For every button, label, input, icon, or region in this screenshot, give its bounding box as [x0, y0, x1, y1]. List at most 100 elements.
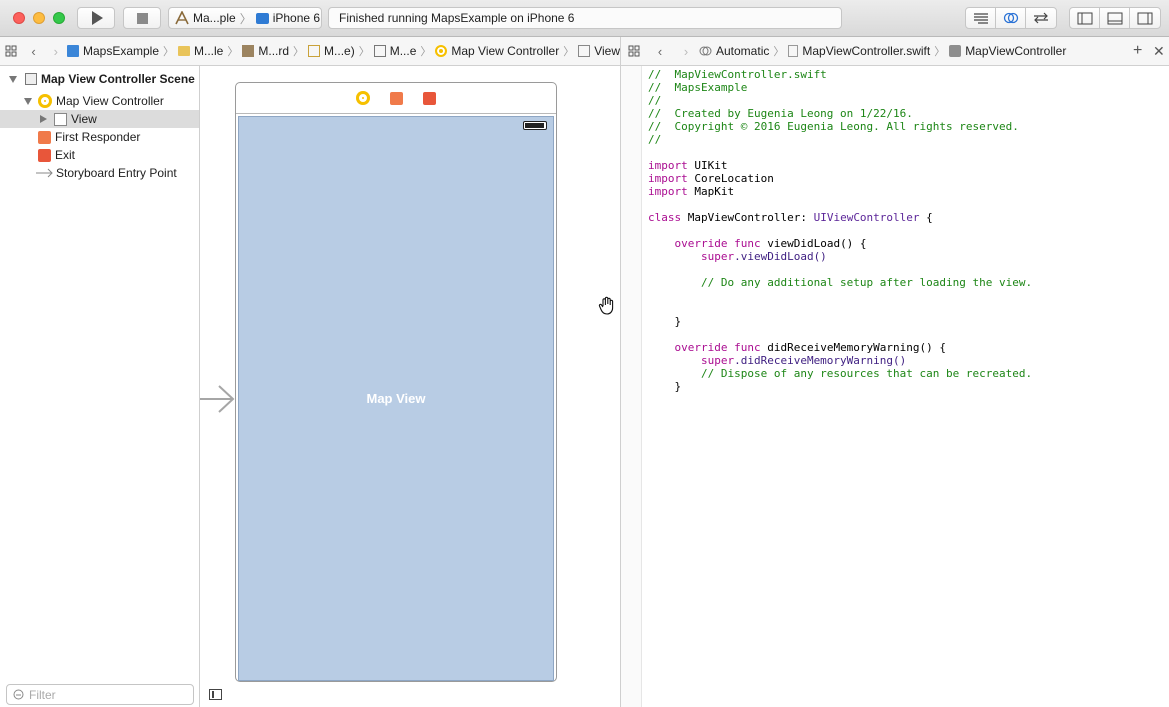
close-window-button[interactable]	[13, 12, 25, 24]
scheme-selector[interactable]: Ma...ple 〉 iPhone 6	[168, 7, 322, 29]
chevron-right-icon: 〉	[358, 46, 370, 58]
outline-filter-field[interactable]: Filter	[6, 684, 194, 705]
breadcrumb-project[interactable]: MapsExample 〉	[66, 43, 178, 59]
breadcrumb-label: M...le	[194, 44, 224, 58]
code-text: didReceiveMemoryWarning() {	[760, 341, 947, 354]
breadcrumb-folder[interactable]: M...le 〉	[178, 43, 242, 59]
disclosure-triangle-icon[interactable]	[9, 75, 19, 83]
view-controller-scene[interactable]: Map View	[235, 82, 557, 682]
entry-point-arrow-icon[interactable]	[200, 384, 236, 414]
chevron-right-icon: 〉	[563, 46, 575, 58]
breadcrumb-label: Automatic	[716, 44, 770, 58]
breadcrumb-view[interactable]: View	[578, 44, 620, 58]
code-call: .viewDidLoad()	[734, 250, 827, 263]
chevron-right-icon: 〉	[227, 46, 239, 58]
document-outline: Map View Controller Scene Map View Contr…	[0, 66, 200, 707]
code-keyword: class	[648, 211, 682, 224]
code-comment: // Dispose of any resources that can be …	[648, 367, 1033, 380]
code-comment: //	[648, 133, 662, 146]
standard-editor-button[interactable]	[966, 8, 996, 28]
breadcrumb-automatic[interactable]: Automatic 〉	[699, 43, 788, 59]
first-responder-icon[interactable]	[390, 91, 403, 105]
code-keyword: import	[648, 159, 688, 172]
outline-scene[interactable]: Map View Controller Scene	[0, 70, 199, 88]
breadcrumb-localization[interactable]: M...e) 〉	[308, 43, 374, 59]
view-controller-icon[interactable]	[356, 91, 370, 105]
breadcrumb-label: MapsExample	[82, 44, 160, 58]
toggle-debug-area-button[interactable]	[1100, 8, 1130, 28]
disclosure-triangle-icon[interactable]	[40, 115, 50, 123]
assistant-editor-button[interactable]	[996, 8, 1026, 28]
code-text: {	[919, 211, 933, 224]
breadcrumb-label: M...e	[389, 44, 417, 58]
outline-label: Map View Controller Scene	[41, 72, 195, 86]
right-panel-icon	[1137, 12, 1153, 24]
zoom-window-button[interactable]	[53, 12, 65, 24]
related-items-button[interactable]	[0, 45, 22, 57]
minimize-window-button[interactable]	[33, 12, 45, 24]
filter-icon	[13, 689, 24, 700]
breadcrumb-label: MapViewController.swift	[802, 44, 931, 58]
chevron-right-icon: 〉	[239, 11, 252, 26]
disclosure-triangle-icon[interactable]	[24, 97, 34, 105]
forward-button[interactable]: ›	[45, 44, 67, 59]
grid-icon	[628, 45, 640, 57]
breadcrumb-file[interactable]: MapViewController.swift 〉	[788, 43, 949, 59]
run-button[interactable]	[77, 7, 115, 29]
breadcrumb-storyboard[interactable]: M...rd 〉	[242, 43, 308, 59]
view-controller-icon	[38, 94, 52, 108]
scene-icon	[25, 73, 37, 85]
close-editor-button[interactable]: ✕	[1153, 43, 1165, 60]
lines-icon	[973, 13, 988, 24]
related-items-button[interactable]	[621, 45, 647, 57]
play-icon	[92, 11, 103, 25]
code-comment: //	[648, 94, 662, 107]
exit-icon[interactable]	[423, 91, 436, 105]
outline-exit[interactable]: Exit	[0, 146, 199, 164]
outline-first-responder[interactable]: First Responder	[0, 128, 199, 146]
back-button[interactable]: ‹	[647, 44, 673, 59]
add-editor-button[interactable]: +	[1133, 42, 1142, 60]
outline-entry-point[interactable]: Storyboard Entry Point	[0, 164, 199, 182]
code-keyword: super	[648, 250, 735, 263]
toggle-outline-button[interactable]	[209, 689, 222, 700]
view-icon	[578, 45, 591, 57]
breadcrumb-label: View	[594, 44, 620, 58]
code-type: UIViewController	[813, 211, 920, 224]
view-icon	[54, 112, 67, 126]
code-text: CoreLocation	[687, 172, 774, 185]
version-editor-button[interactable]	[1026, 8, 1056, 28]
outline-view-controller[interactable]: Map View Controller	[0, 92, 199, 110]
breadcrumb-class[interactable]: MapViewController	[949, 44, 1066, 58]
storyboard-canvas[interactable]: Map View	[200, 66, 620, 707]
code-keyword: super	[648, 354, 735, 367]
grid-icon	[5, 45, 17, 57]
class-icon	[949, 45, 962, 57]
chevron-left-icon: ‹	[657, 43, 663, 59]
source-code[interactable]: // MapViewController.swift // MapsExampl…	[648, 68, 1032, 393]
outline-view[interactable]: View	[0, 110, 199, 128]
toggle-navigator-button[interactable]	[1070, 8, 1100, 28]
entry-arrow-icon	[36, 168, 53, 178]
map-view[interactable]: Map View	[238, 116, 554, 681]
breadcrumb-view-controller[interactable]: Map View Controller 〉	[435, 43, 578, 59]
project-icon	[66, 45, 79, 57]
left-panel-icon	[1077, 12, 1092, 24]
forward-button[interactable]: ›	[673, 44, 699, 59]
editor-mode-control[interactable]	[965, 7, 1057, 29]
chevron-right-icon: ›	[683, 43, 689, 59]
breadcrumb-label: Map View Controller	[451, 44, 560, 58]
assistant-code-editor[interactable]: // MapViewController.swift // MapsExampl…	[621, 66, 1169, 707]
outline-label: Exit	[55, 148, 76, 162]
exit-icon	[38, 148, 51, 162]
status-text: Finished running MapsExample on iPhone 6	[339, 11, 575, 25]
back-button[interactable]: ‹	[22, 44, 44, 59]
xcode-app-icon	[175, 11, 189, 25]
code-call: .didReceiveMemoryWarning()	[734, 354, 907, 367]
breadcrumb-scene[interactable]: M...e 〉	[373, 43, 436, 59]
toggle-utilities-button[interactable]	[1130, 8, 1160, 28]
stop-button[interactable]	[123, 7, 161, 29]
view-toggle-control[interactable]	[1069, 7, 1161, 29]
storyboard-file-icon	[242, 45, 255, 57]
close-icon: ✕	[1153, 42, 1165, 59]
